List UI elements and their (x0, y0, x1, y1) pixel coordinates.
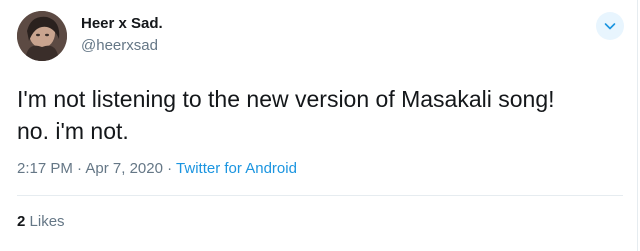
more-options-button[interactable] (596, 12, 624, 40)
tweet-time[interactable]: 2:17 PM (17, 160, 73, 177)
card-border (637, 0, 638, 251)
likes-label: Likes (29, 213, 65, 230)
user-handle[interactable]: @heerxsad (81, 37, 158, 54)
display-name[interactable]: Heer x Sad. (81, 15, 163, 32)
tweet-text: I'm not listening to the new version of … (17, 83, 617, 147)
divider (17, 195, 623, 196)
likes-link[interactable]: 2 Likes (17, 213, 65, 230)
tweet-meta: 2:17 PM · Apr 7, 2020 · Twitter for Andr… (17, 160, 297, 177)
meta-separator: · (167, 160, 173, 177)
tweet-text-line: no. i'm not. (17, 118, 129, 144)
chevron-down-icon (604, 23, 616, 30)
avatar[interactable] (17, 11, 67, 61)
tweet-text-line: I'm not listening to the new version of … (17, 86, 555, 112)
avatar-photo (17, 11, 67, 61)
likes-count: 2 (17, 213, 26, 230)
tweet-source-link[interactable]: Twitter for Android (176, 160, 297, 177)
tweet-card: Heer x Sad. @heerxsad I'm not listening … (0, 0, 640, 251)
meta-separator: · (77, 160, 83, 177)
tweet-date[interactable]: Apr 7, 2020 (85, 160, 163, 177)
